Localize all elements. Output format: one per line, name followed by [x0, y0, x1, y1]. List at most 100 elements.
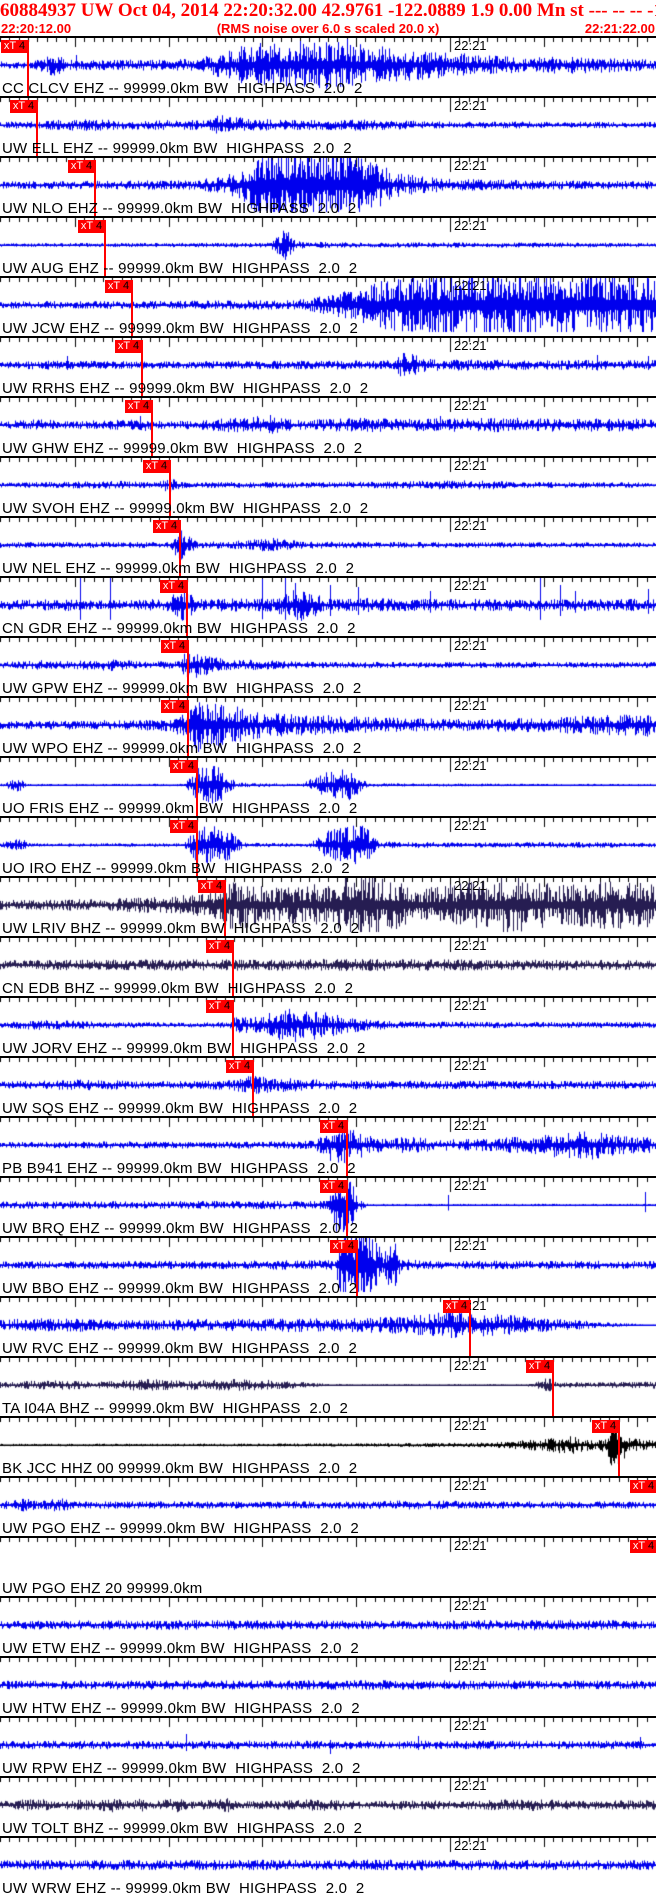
- pick-flag[interactable]: xT 4: [592, 1420, 619, 1433]
- pick-flag-quality: 4: [129, 340, 140, 352]
- station-label: UW BBO EHZ -- 99999.0km BW HIGHPASS 2.0 …: [2, 1280, 358, 1296]
- station-label: UW TOLT BHZ -- 99999.0km BW HIGHPASS 2.0…: [2, 1820, 363, 1836]
- trace-row-uw-tolt[interactable]: 22:21 UW TOLT BHZ -- 99999.0km BW HIGHPA…: [0, 1776, 656, 1836]
- pick-flag-prefix: xT: [107, 280, 120, 292]
- trace-row-uw-bbo[interactable]: 22:21 xT 4 UW BBO EHZ -- 99999.0km BW HI…: [0, 1236, 656, 1296]
- pick-flag[interactable]: xT 4: [115, 340, 142, 353]
- pick-flag-prefix: xT: [445, 1300, 458, 1312]
- station-label: UO IRO EHZ -- 99999.0km BW HIGHPASS 2.0 …: [2, 860, 350, 876]
- pick-flag-prefix: xT: [155, 520, 168, 532]
- trace-row-uw-pgo-2[interactable]: 22:21 xT 4 UW PGO EHZ 20 99999.0km: [0, 1536, 656, 1596]
- time-window-bar: 22:20:12.00 (RMS noise over 6.0 s scaled…: [0, 21, 656, 36]
- trace-row-uw-rrhs[interactable]: 22:21 xT 4 UW RRHS EHZ -- 99999.0km BW H…: [0, 336, 656, 396]
- pick-flag[interactable]: xT 4: [10, 100, 37, 113]
- minute-tick-label: 22:21: [454, 518, 487, 533]
- trace-row-uw-aug[interactable]: 22:21 xT 4 UW AUG EHZ -- 99999.0km BW HI…: [0, 216, 656, 276]
- trace-row-bk-jcc[interactable]: 22:21 xT 4 BK JCC HHZ 00 99999.0km BW HI…: [0, 1416, 656, 1476]
- pick-flag[interactable]: xT 4: [1, 40, 28, 53]
- station-label: BK JCC HHZ 00 99999.0km BW HIGHPASS 2.0 …: [2, 1460, 358, 1476]
- trace-row-uw-ell[interactable]: 22:21 xT 4 UW ELL EHZ -- 99999.0km BW HI…: [0, 96, 656, 156]
- trace-row-uw-sqs[interactable]: 22:21 xT 4 UW SQS EHZ -- 99999.0km BW HI…: [0, 1056, 656, 1116]
- pick-flag-prefix: xT: [70, 160, 83, 172]
- trace-row-uo-fris[interactable]: 22:21 xT 4 UO FRIS EHZ -- 99999.0km BW H…: [0, 756, 656, 816]
- trace-row-uw-jcw[interactable]: 22:21 xT 4 UW JCW EHZ -- 99999.0km BW HI…: [0, 276, 656, 336]
- pick-flag-prefix: xT: [632, 1480, 645, 1492]
- trace-row-uo-iro[interactable]: 22:21 xT 4 UO IRO EHZ -- 99999.0km BW HI…: [0, 816, 656, 876]
- minute-tick-label: 22:21: [454, 1718, 487, 1733]
- pick-flag-prefix: xT: [594, 1420, 607, 1432]
- pick-flag[interactable]: xT 4: [226, 1060, 253, 1073]
- pick-flag[interactable]: xT 4: [330, 1240, 357, 1253]
- trace-row-uw-wpo[interactable]: 22:21 xT 4 UW WPO EHZ -- 99999.0km BW HI…: [0, 696, 656, 756]
- pick-flag-quality: 4: [139, 400, 150, 412]
- pick-flag-prefix: xT: [163, 700, 176, 712]
- pick-flag-quality: 4: [184, 760, 195, 772]
- pick-flag-quality: 4: [174, 580, 185, 592]
- pick-flag[interactable]: xT 4: [68, 160, 95, 173]
- trace-row-ta-i04a[interactable]: 22:21 xT 4 TA I04A BHZ -- 99999.0km BW H…: [0, 1356, 656, 1416]
- minute-tick-label: 22:21: [454, 1658, 487, 1673]
- trace-row-uw-nlo[interactable]: 22:21 xT 4 UW NLO EHZ -- 99999.0km BW HI…: [0, 156, 656, 216]
- pick-flag[interactable]: xT 4: [170, 820, 197, 833]
- pick-flag-quality: 4: [92, 220, 103, 232]
- pick-flag[interactable]: xT 4: [170, 760, 197, 773]
- pick-flag[interactable]: xT 4: [630, 1480, 656, 1493]
- station-label: UW LRIV BHZ -- 99999.0km BW HIGHPASS 2.0…: [2, 920, 360, 936]
- trace-row-uw-rvc[interactable]: 22:21 xT 4 UW RVC EHZ -- 99999.0km BW HI…: [0, 1296, 656, 1356]
- minute-tick-label: 22:21: [454, 638, 487, 653]
- trace-row-uw-etw[interactable]: 22:21 UW ETW EHZ -- 99999.0km BW HIGHPAS…: [0, 1596, 656, 1656]
- trace-row-uw-lriv[interactable]: 22:21 xT 4 UW LRIV BHZ -- 99999.0km BW H…: [0, 876, 656, 936]
- minute-tick-label: 22:21: [454, 98, 487, 113]
- pick-flag-quality: 4: [644, 1540, 655, 1552]
- minute-tick-label: 22:21: [454, 458, 487, 473]
- trace-row-uw-nel[interactable]: 22:21 xT 4 UW NEL EHZ -- 99999.0km BW HI…: [0, 516, 656, 576]
- trace-row-cn-gdr[interactable]: 22:21 xT 4 CN GDR EHZ -- 99999.0km BW HI…: [0, 576, 656, 636]
- trace-row-uw-htw[interactable]: 22:21 UW HTW EHZ -- 99999.0km BW HIGHPAS…: [0, 1656, 656, 1716]
- pick-flag[interactable]: xT 4: [105, 280, 132, 293]
- minute-tick-label: 22:21: [454, 1058, 487, 1073]
- pick-flag-prefix: xT: [632, 1540, 645, 1552]
- station-label: UW GPW EHZ -- 99999.0km BW HIGHPASS 2.0 …: [2, 680, 362, 696]
- trace-row-uw-ghw[interactable]: 22:21 xT 4 UW GHW EHZ -- 99999.0km BW HI…: [0, 396, 656, 456]
- pick-flag[interactable]: xT 4: [153, 520, 180, 533]
- pick-flag-prefix: xT: [145, 460, 158, 472]
- pick-flag-prefix: xT: [322, 1180, 335, 1192]
- pick-flag[interactable]: xT 4: [630, 1540, 656, 1553]
- pick-flag[interactable]: xT 4: [526, 1360, 553, 1373]
- minute-tick-label: 22:21: [454, 578, 487, 593]
- pick-flag-prefix: xT: [80, 220, 93, 232]
- pick-flag[interactable]: xT 4: [198, 880, 225, 893]
- pick-flag-quality: 4: [220, 1000, 231, 1012]
- pick-flag[interactable]: xT 4: [206, 940, 233, 953]
- pick-flag[interactable]: xT 4: [320, 1120, 347, 1133]
- pick-flag[interactable]: xT 4: [143, 460, 170, 473]
- minute-tick-label: 22:21: [454, 938, 487, 953]
- pick-flag[interactable]: xT 4: [206, 1000, 233, 1013]
- station-label: UW SQS EHZ -- 99999.0km BW HIGHPASS 2.0 …: [2, 1100, 358, 1116]
- trace-row-uw-wrw[interactable]: 22:21 UW WRW EHZ -- 99999.0km BW HIGHPAS…: [0, 1836, 656, 1896]
- pick-flag[interactable]: xT 4: [161, 640, 188, 653]
- trace-row-uw-brq[interactable]: 22:21 xT 4 UW BRQ EHZ -- 99999.0km BW HI…: [0, 1176, 656, 1236]
- pick-flag[interactable]: xT 4: [320, 1180, 347, 1193]
- trace-row-cc-clcv[interactable]: 22:21 xT 4 CC CLCV EHZ -- 99999.0km BW H…: [0, 36, 656, 96]
- pick-flag-quality: 4: [457, 1300, 468, 1312]
- station-label: CC CLCV EHZ -- 99999.0km BW HIGHPASS 2.0…: [2, 80, 363, 96]
- station-label: UW ELL EHZ -- 99999.0km BW HIGHPASS 2.0 …: [2, 140, 352, 156]
- pick-flag[interactable]: xT 4: [160, 580, 187, 593]
- pick-flag[interactable]: xT 4: [161, 700, 188, 713]
- trace-row-uw-rpw[interactable]: 22:21 UW RPW EHZ -- 99999.0km BW HIGHPAS…: [0, 1716, 656, 1776]
- pick-flag-prefix: xT: [528, 1360, 541, 1372]
- trace-row-uw-jorv[interactable]: 22:21 xT 4 UW JORV EHZ -- 99999.0km BW H…: [0, 996, 656, 1056]
- trace-row-uw-pgo-1[interactable]: 22:21 xT 4 UW PGO EHZ -- 99999.0km BW HI…: [0, 1476, 656, 1536]
- trace-row-uw-svoh[interactable]: 22:21 xT 4 UW SVOH EHZ -- 99999.0km BW H…: [0, 456, 656, 516]
- station-label: UW ETW EHZ -- 99999.0km BW HIGHPASS 2.0 …: [2, 1640, 359, 1656]
- station-label: UW HTW EHZ -- 99999.0km BW HIGHPASS 2.0 …: [2, 1700, 360, 1716]
- minute-tick-label: 22:21: [454, 398, 487, 413]
- trace-row-uw-gpw[interactable]: 22:21 xT 4 UW GPW EHZ -- 99999.0km BW HI…: [0, 636, 656, 696]
- trace-row-cn-edb[interactable]: 22:21 xT 4 CN EDB BHZ -- 99999.0km BW HI…: [0, 936, 656, 996]
- trace-row-pb-b941[interactable]: 22:21 xT 4 PB B941 EHZ -- 99999.0km BW H…: [0, 1116, 656, 1176]
- pick-flag[interactable]: xT 4: [125, 400, 152, 413]
- pick-flag[interactable]: xT 4: [443, 1300, 470, 1313]
- pick-flag[interactable]: xT 4: [78, 220, 105, 233]
- minute-tick-label: 22:21: [454, 758, 487, 773]
